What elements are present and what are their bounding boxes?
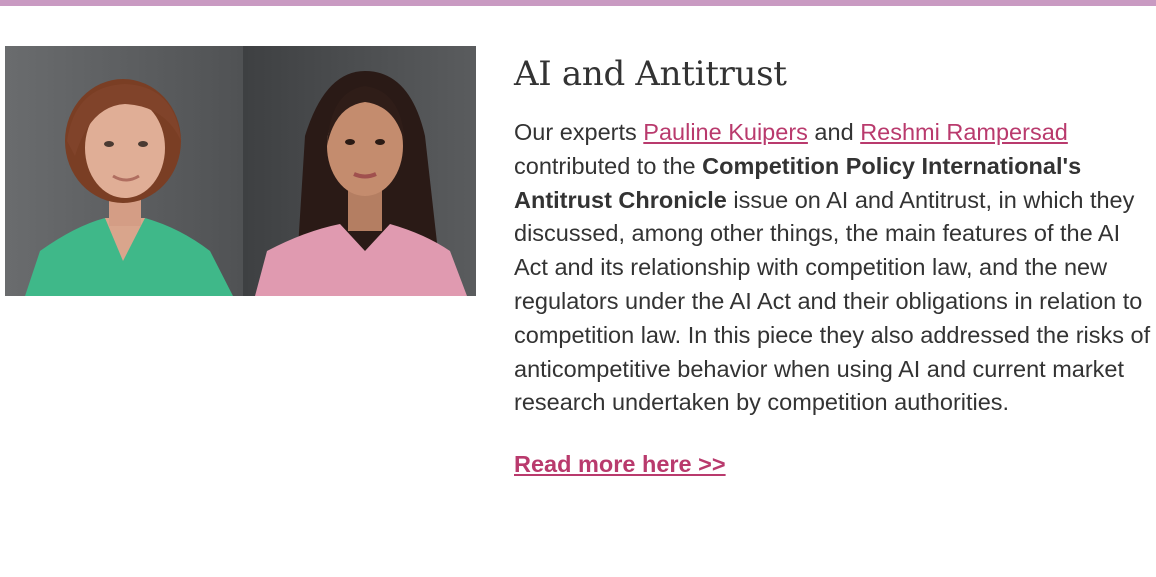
read-more-link[interactable]: Read more here >> <box>514 448 726 480</box>
author-link-reshmi-rampersad[interactable]: Reshmi Rampersad <box>860 119 1068 145</box>
and-text: and <box>807 119 861 145</box>
article-content: AI and Antitrust Our experts Pauline Kui… <box>514 50 1154 480</box>
experts-photo <box>5 46 476 296</box>
top-accent-bar <box>0 0 1156 6</box>
author-link-pauline-kuipers[interactable]: Pauline Kuipers <box>643 119 808 145</box>
article-body: Our experts Pauline Kuipers and Reshmi R… <box>514 116 1154 420</box>
body-text: issue on AI and Antitrust, in which they… <box>514 186 1151 416</box>
article-title: AI and Antitrust <box>514 54 787 94</box>
intro-text: Our experts <box>514 119 644 145</box>
contributed-text: contributed to the <box>514 152 703 179</box>
